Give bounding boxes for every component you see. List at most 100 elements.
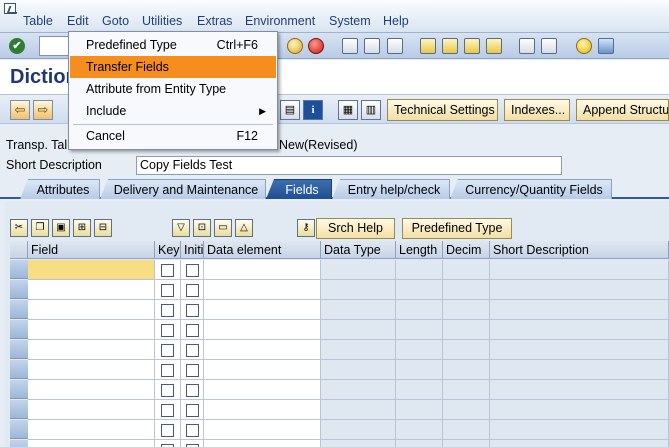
menu-option-attribute-from-entity-type[interactable]: Attribute from Entity Type — [70, 78, 276, 100]
srch-help-button[interactable]: Srch Help — [316, 218, 395, 239]
field-cell[interactable] — [28, 380, 155, 400]
sort-icon[interactable]: ▽ — [172, 219, 190, 237]
row-selector[interactable] — [10, 320, 28, 339]
row-selector[interactable] — [10, 280, 28, 299]
initial-checkbox[interactable] — [186, 324, 199, 337]
column-header-short-description[interactable]: Short Description — [490, 241, 669, 259]
key-checkbox[interactable] — [161, 344, 174, 357]
field-cell[interactable] — [28, 260, 155, 280]
predefined-type-button[interactable]: Predefined Type — [402, 218, 512, 239]
row-selector[interactable] — [10, 340, 28, 359]
key-checkbox[interactable] — [161, 424, 174, 437]
shortcut-icon[interactable] — [541, 38, 557, 54]
data-element-cell[interactable] — [204, 340, 321, 360]
enter-check-icon[interactable]: ✔ — [9, 38, 25, 54]
last-page-icon[interactable] — [486, 38, 502, 54]
key-icon[interactable]: ⚷ — [297, 219, 315, 237]
column-header-initial[interactable]: Initi — [181, 241, 204, 259]
column-header-field[interactable]: Field — [28, 241, 155, 259]
menu-option-include[interactable]: Include ▶ — [70, 100, 276, 122]
short-description-input[interactable]: Copy Fields Test — [136, 156, 562, 175]
row-selector[interactable] — [10, 300, 28, 319]
data-element-cell[interactable] — [204, 300, 321, 320]
menu-option-transfer-fields[interactable]: Transfer Fields — [70, 56, 276, 78]
field-cell[interactable] — [28, 420, 155, 440]
menu-option-cancel[interactable]: Cancel F12 — [70, 125, 276, 147]
key-checkbox[interactable] — [161, 284, 174, 297]
field-cell[interactable] — [28, 440, 155, 447]
previous-page-icon[interactable] — [442, 38, 458, 54]
print-icon[interactable] — [342, 38, 358, 54]
tab-attributes[interactable]: Attributes — [20, 179, 100, 199]
column-header-key[interactable]: Key — [155, 241, 181, 259]
data-element-cell[interactable] — [204, 260, 321, 280]
field-cell[interactable] — [28, 400, 155, 420]
column-header-length[interactable]: Length — [396, 241, 443, 259]
technical-settings-button[interactable]: Technical Settings — [387, 99, 498, 121]
exit-icon[interactable] — [287, 38, 303, 54]
tab-fields[interactable]: Fields — [266, 179, 332, 199]
info-icon[interactable]: i — [303, 100, 323, 120]
key-checkbox[interactable] — [161, 364, 174, 377]
data-element-cell[interactable] — [204, 360, 321, 380]
create-session-icon[interactable] — [519, 38, 535, 54]
menu-goto[interactable]: Goto — [102, 14, 129, 28]
initial-checkbox[interactable] — [186, 424, 199, 437]
menu-option-predefined-type[interactable]: Predefined Type Ctrl+F6 — [70, 34, 276, 56]
back-arrow-icon[interactable]: ⇦ — [10, 100, 30, 120]
deselect-all-icon[interactable]: ▭ — [214, 219, 232, 237]
cancel-icon[interactable] — [308, 38, 324, 54]
initial-checkbox[interactable] — [186, 364, 199, 377]
first-page-icon[interactable] — [420, 38, 436, 54]
initial-checkbox[interactable] — [186, 404, 199, 417]
data-element-cell[interactable] — [204, 280, 321, 300]
find-icon[interactable] — [364, 38, 380, 54]
data-element-cell[interactable] — [204, 440, 321, 447]
data-element-cell[interactable] — [204, 320, 321, 340]
select-all-icon[interactable]: ⊡ — [193, 219, 211, 237]
table-icon[interactable]: ▥ — [361, 100, 381, 120]
help-icon[interactable] — [576, 38, 592, 54]
row-selector[interactable] — [10, 440, 28, 447]
command-field[interactable] — [39, 36, 71, 56]
column-header-data-type[interactable]: Data Type — [321, 241, 396, 259]
collapse-icon[interactable]: △ — [235, 219, 253, 237]
paste-icon[interactable]: ▣ — [52, 219, 70, 237]
menu-utilities[interactable]: Utilities — [142, 14, 182, 28]
hierarchy-icon[interactable]: ▦ — [338, 100, 358, 120]
layout-menu-icon[interactable] — [598, 38, 614, 54]
key-checkbox[interactable] — [161, 264, 174, 277]
menu-extras[interactable]: Extras — [197, 14, 232, 28]
field-cell[interactable] — [28, 280, 155, 300]
data-element-cell[interactable] — [204, 400, 321, 420]
row-selector[interactable] — [10, 380, 28, 399]
find-next-icon[interactable] — [387, 38, 403, 54]
initial-checkbox[interactable] — [186, 304, 199, 317]
initial-checkbox[interactable] — [186, 264, 199, 277]
copy-icon[interactable]: ❐ — [31, 219, 49, 237]
row-selector[interactable] — [10, 400, 28, 419]
select-all-rows-header[interactable] — [10, 241, 28, 259]
field-cell[interactable] — [28, 320, 155, 340]
delete-row-icon[interactable]: ⊟ — [94, 219, 112, 237]
menu-edit[interactable]: Edit — [67, 14, 89, 28]
data-element-cell[interactable] — [204, 380, 321, 400]
insert-row-icon[interactable]: ⊞ — [73, 219, 91, 237]
menu-system[interactable]: System — [329, 14, 371, 28]
key-checkbox[interactable] — [161, 384, 174, 397]
cut-icon[interactable]: ✂ — [10, 219, 28, 237]
data-element-cell[interactable] — [204, 420, 321, 440]
row-selector[interactable] — [10, 420, 28, 439]
menu-help[interactable]: Help — [383, 14, 409, 28]
tab-entry-help-check[interactable]: Entry help/check — [332, 179, 450, 199]
row-selector[interactable] — [10, 360, 28, 379]
display-object-list-icon[interactable]: ▤ — [280, 100, 300, 120]
menu-table[interactable]: Table — [23, 14, 53, 28]
menu-environment[interactable]: Environment — [245, 14, 315, 28]
key-checkbox[interactable] — [161, 324, 174, 337]
next-page-icon[interactable] — [464, 38, 480, 54]
field-cell[interactable] — [28, 300, 155, 320]
initial-checkbox[interactable] — [186, 384, 199, 397]
column-header-data-element[interactable]: Data element — [204, 241, 321, 259]
field-cell[interactable] — [28, 340, 155, 360]
